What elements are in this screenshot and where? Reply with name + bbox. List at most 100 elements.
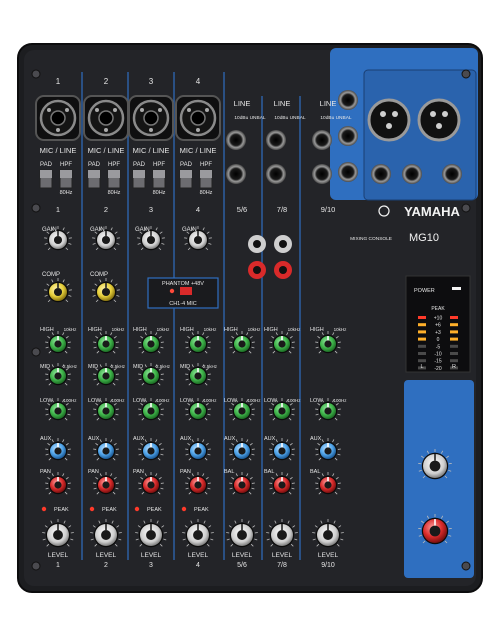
aux-label: AUX [224, 436, 236, 442]
pan-label: PAN [180, 469, 191, 475]
hpf-freq-label: 80Hz [108, 190, 121, 196]
pan-label: PAN [133, 469, 144, 475]
hpf-freq-label: 80Hz [60, 190, 73, 196]
power-label: POWER [414, 288, 435, 294]
hpf-freq-label: 80Hz [200, 190, 213, 196]
peak-led [181, 506, 187, 512]
pan-label: PAN [40, 469, 51, 475]
channel-number-top: 1 [56, 77, 61, 86]
phantom-sub-label: CH1-4 MIC [169, 301, 197, 307]
xlr-inputs [35, 95, 221, 141]
brand-name: YAMAHA [404, 204, 460, 219]
aux-label: AUX [133, 436, 145, 442]
level-channel-number: 4 [196, 562, 200, 569]
mid-freq-label: 2.5kHz [63, 364, 78, 369]
high-label: HIGH [133, 327, 147, 333]
unbal-label: 10dBu UNBAL [274, 115, 306, 121]
low-label: LOW [224, 398, 237, 404]
low-freq-label: 100Hz [333, 398, 347, 403]
level-label: LEVEL [188, 552, 209, 559]
channel-number-top: 3 [149, 77, 154, 86]
meter-level-label: -10 [434, 352, 441, 358]
level-channel-number: 2 [104, 562, 108, 569]
meter-level-label: -15 [434, 359, 441, 365]
high-label: HIGH [224, 327, 238, 333]
level-label: LEVEL [272, 552, 293, 559]
low-freq-label: 100Hz [287, 398, 301, 403]
high-label: HIGH [88, 327, 102, 333]
aux-label: AUX [310, 436, 322, 442]
stereo-channel-number: 9/10 [321, 205, 336, 214]
stereo-input-label: LINE [234, 99, 251, 108]
stereo-input-label: LINE [274, 99, 291, 108]
peak-label: PEAK [102, 507, 117, 513]
low-freq-label: 100Hz [203, 398, 217, 403]
phantom-label: PHANTOM +48V [162, 281, 204, 287]
hpf-label: HPF [200, 162, 212, 168]
high-freq-label: 10kHz [248, 327, 262, 332]
level-channel-number: 3 [149, 562, 153, 569]
aux-label: AUX [88, 436, 100, 442]
aux-label: AUX [40, 436, 52, 442]
stereo-channel-number: 5/6 [237, 205, 247, 214]
bal-label: BAL [310, 469, 320, 475]
peak-label: PEAK [147, 507, 162, 513]
hpf-label: HPF [153, 162, 165, 168]
high-label: HIGH [180, 327, 194, 333]
meter-level-label: -20 [434, 366, 441, 372]
mid-freq-label: 2.5kHz [156, 364, 171, 369]
level-channel-number: 9/10 [321, 562, 335, 569]
channel-number: 2 [104, 205, 108, 214]
hpf-freq-label: 80Hz [153, 190, 166, 196]
bal-label: BAL [264, 469, 274, 475]
low-label: LOW [264, 398, 277, 404]
comp-label: COMP [42, 272, 60, 278]
channel-number: 4 [196, 205, 200, 214]
meter-level-label: -5 [436, 344, 441, 350]
level-label: LEVEL [141, 552, 162, 559]
high-freq-label: 10kHz [64, 327, 78, 332]
pad-label: PAD [180, 162, 193, 168]
phantom-led [169, 288, 175, 294]
meter-l-label: L [420, 364, 423, 370]
peak-led [41, 506, 47, 512]
peak-label: PEAK [54, 507, 69, 513]
stereo-input-label: LINE [320, 99, 337, 108]
master-strip-panel [404, 380, 474, 578]
input-type-label: MIC / LINE [88, 146, 125, 155]
level-label: LEVEL [232, 552, 253, 559]
hpf-label: HPF [60, 162, 72, 168]
channel-number-top: 2 [104, 77, 109, 86]
low-freq-label: 100Hz [156, 398, 170, 403]
stereo-channel-number: 7/8 [277, 205, 287, 214]
low-freq-label: 100Hz [63, 398, 77, 403]
mid-freq-label: 2.5kHz [111, 364, 126, 369]
low-label: LOW [88, 398, 101, 404]
high-label: HIGH [310, 327, 324, 333]
mixer-screenshot: 1 MIC / LINE 1 2 MIC / LINE 2 3 MIC / LINE 3 4 MIC… [0, 0, 500, 638]
phantom-switch[interactable] [180, 287, 192, 295]
gain-label: GAIN [90, 227, 105, 233]
unbal-label: 10dBu UNBAL [234, 115, 266, 121]
low-freq-label: 100Hz [247, 398, 261, 403]
bal-label: BAL [224, 469, 234, 475]
meter-level-label: +3 [435, 330, 441, 336]
low-label: LOW [40, 398, 53, 404]
level-label: LEVEL [48, 552, 69, 559]
peak-meter-label: PEAK [431, 306, 445, 312]
meter-level-label: +10 [434, 316, 443, 322]
high-freq-label: 10kHz [288, 327, 302, 332]
model-label: MG10 [409, 232, 439, 244]
mixer-console: 1 MIC / LINE 1 2 MIC / LINE 2 3 MIC / LINE 3 4 MIC… [17, 43, 483, 593]
low-label: LOW [310, 398, 323, 404]
mid-label: MID [88, 364, 98, 370]
level-channel-number: 1 [56, 562, 60, 569]
high-label: HIGH [264, 327, 278, 333]
peak-led [134, 506, 140, 512]
low-label: LOW [133, 398, 146, 404]
mid-freq-label: 2.5kHz [203, 364, 218, 369]
pan-label: PAN [88, 469, 99, 475]
channel-number: 3 [149, 205, 153, 214]
unbal-label: 10dBu UNBAL [320, 115, 352, 121]
level-label: LEVEL [96, 552, 117, 559]
